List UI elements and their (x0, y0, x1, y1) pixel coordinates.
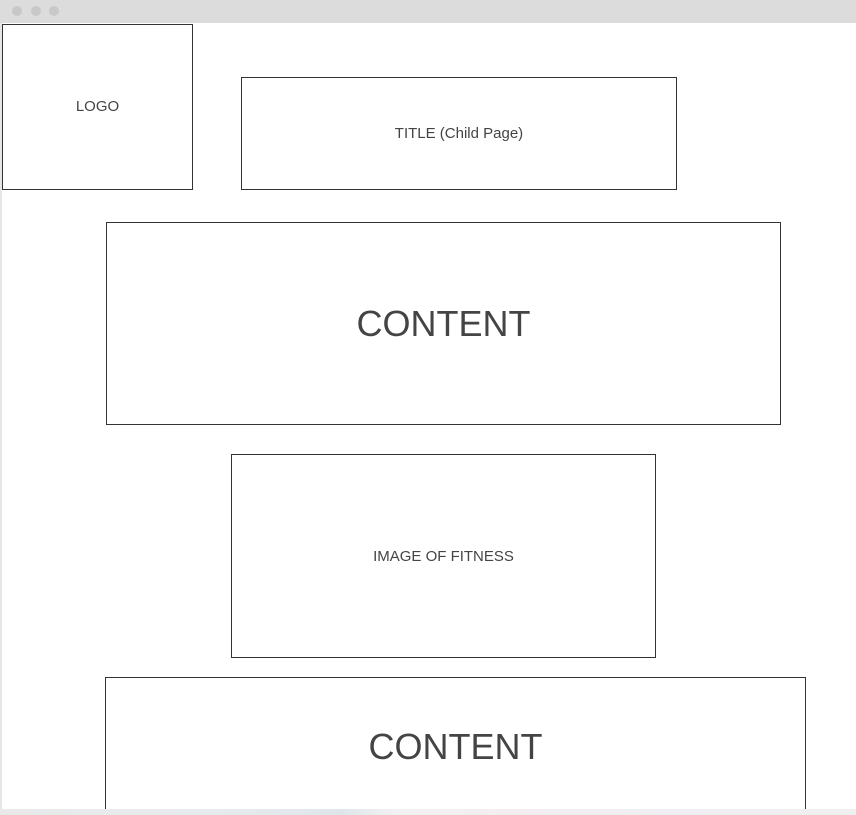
browser-window: LOGO TITLE (Child Page) CONTENT IMAGE OF… (0, 0, 856, 815)
window-titlebar (0, 0, 856, 23)
image-placeholder: IMAGE OF FITNESS (231, 454, 656, 658)
content-label-primary: CONTENT (356, 302, 531, 344)
content-label-secondary: CONTENT (368, 726, 543, 767)
minimize-window-icon[interactable] (31, 6, 41, 16)
logo-label: LOGO (75, 98, 120, 115)
page-title-label: TITLE (Child Page) (394, 125, 524, 142)
content-block-secondary: CONTENT (105, 677, 806, 815)
maximize-window-icon[interactable] (49, 6, 59, 16)
window-bottom-edge (0, 809, 856, 815)
logo-placeholder: LOGO (2, 24, 193, 190)
page-title-placeholder: TITLE (Child Page) (241, 77, 677, 190)
image-label: IMAGE OF FITNESS (373, 547, 514, 565)
content-block-primary: CONTENT (106, 222, 781, 425)
close-window-icon[interactable] (12, 6, 22, 16)
